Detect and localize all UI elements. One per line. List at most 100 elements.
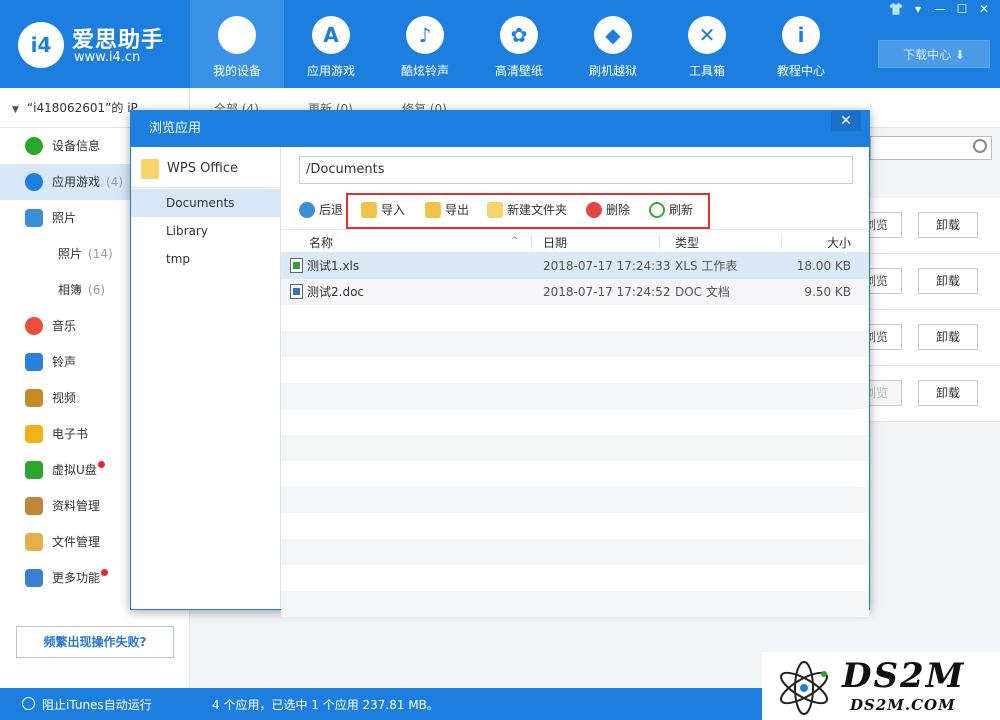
nav-item-2[interactable]: ♪ 酷炫铃声: [378, 0, 472, 88]
empty-row: [281, 539, 869, 565]
spreadsheet-file-icon: [290, 258, 303, 273]
empty-row: [281, 305, 869, 331]
skin-icon[interactable]: 👕: [888, 2, 904, 16]
column-type[interactable]: 类型: [675, 234, 699, 251]
file-browser: /Documents 后退 导入 导出 新建文件夹 删除 刷新 名称 ^ 日期 …: [281, 147, 869, 617]
back-arrow-icon: [299, 202, 315, 218]
sidebar-item-label: 更多功能: [52, 571, 101, 585]
grid-icon: [25, 569, 43, 587]
uninstall-button[interactable]: 卸载: [918, 268, 978, 294]
watermark: DS2M DS2M.COM: [762, 652, 1000, 720]
file-name: 测试1.xls: [307, 259, 360, 273]
nav-item-0[interactable]: 我的设备: [190, 0, 284, 88]
notification-dot: [101, 569, 109, 576]
folder-tree: WPS Office Documents Library tmp: [131, 147, 281, 609]
export-label: 导出: [445, 203, 470, 217]
file-toolbar: 后退 导入 导出 新建文件夹 删除 刷新: [281, 191, 869, 229]
nav-item-1[interactable]: A 应用游戏: [284, 0, 378, 88]
nav-label: 酷炫铃声: [400, 64, 449, 78]
folder-item[interactable]: tmp: [131, 245, 280, 273]
bell-icon: ♪: [406, 16, 444, 54]
minimize-icon[interactable]: —: [932, 2, 948, 16]
nav-label: 刷机越狱: [588, 64, 637, 78]
column-size[interactable]: 大小: [827, 234, 851, 251]
info-icon: i: [782, 16, 820, 54]
menu-icon[interactable]: ▾: [910, 2, 926, 16]
import-button[interactable]: 导入: [361, 199, 405, 221]
sidebar-item-count: (14): [88, 247, 113, 261]
app-logo: i4 爱思助手 www.i4.cn: [18, 18, 178, 70]
export-button[interactable]: 导出: [425, 199, 469, 221]
uninstall-button[interactable]: 卸载: [918, 380, 978, 406]
sidebar-item-label: 铃声: [52, 355, 77, 369]
search-input[interactable]: [870, 136, 992, 160]
file-type: XLS 工作表: [675, 259, 738, 273]
book-icon: [25, 425, 43, 443]
delete-label: 删除: [606, 203, 631, 217]
divider: [781, 234, 782, 249]
folder-item[interactable]: Documents: [131, 189, 280, 217]
nav-label: 教程中心: [776, 64, 825, 78]
file-type: DOC 文档: [675, 285, 730, 299]
document-file-icon: [290, 284, 303, 299]
empty-row: [281, 513, 869, 539]
path-field[interactable]: /Documents: [299, 156, 853, 184]
nav-item-6[interactable]: i 教程中心: [754, 0, 848, 88]
notification-dot: [97, 461, 105, 468]
sidebar-item-label: 设备信息: [52, 139, 101, 153]
close-icon[interactable]: ✕: [976, 2, 992, 16]
column-date[interactable]: 日期: [543, 234, 567, 251]
back-button[interactable]: 后退: [299, 199, 343, 221]
sidebar-item-label: 音乐: [52, 319, 77, 333]
nav-item-4[interactable]: ◆ 刷机越狱: [566, 0, 660, 88]
itunes-block-radio[interactable]: [22, 697, 35, 710]
refresh-button[interactable]: 刷新: [649, 199, 693, 221]
file-icon: [25, 533, 43, 551]
sidebar-item-count: (4): [106, 175, 124, 189]
file-row[interactable]: 测试1.xls 2018-07-17 17:24:33 XLS 工作表 18.00 K…: [281, 253, 869, 279]
maximize-icon[interactable]: ☐: [954, 2, 970, 16]
import-label: 导入: [381, 203, 406, 217]
apple-icon: [218, 16, 256, 54]
sidebar-item-label: 视频: [52, 391, 77, 405]
nav-label: 应用游戏: [306, 64, 355, 78]
film-icon: [25, 389, 43, 407]
nav-item-3[interactable]: ✿ 高清壁纸: [472, 0, 566, 88]
sidebar-item-label: 照片: [52, 211, 77, 225]
sidebar-item-count: (6): [88, 283, 106, 297]
nav-label: 工具箱: [688, 64, 725, 78]
download-center-button[interactable]: 下载中心 ⬇: [878, 40, 990, 68]
file-size: 18.00 KB: [796, 259, 851, 273]
usb-icon: [25, 461, 43, 479]
bell-icon: [25, 353, 43, 371]
browse-app-dialog: 浏览应用 ✕ WPS Office Documents Library tmp /D…: [130, 110, 870, 617]
device-name: “i418062601”的 iP: [26, 101, 138, 115]
divider: [531, 234, 532, 249]
dialog-title-bar: 浏览应用 ✕: [131, 111, 869, 147]
refresh-icon: [649, 202, 665, 218]
delete-button[interactable]: 删除: [586, 199, 630, 221]
close-icon[interactable]: ✕: [831, 111, 861, 131]
operation-failed-help-button[interactable]: 频繁出现操作失败?: [16, 626, 174, 658]
tools-icon: ✕: [688, 16, 726, 54]
column-name[interactable]: 名称: [309, 234, 333, 251]
empty-row: [281, 383, 869, 409]
file-list-header: 名称 ^ 日期 类型 大小: [281, 229, 869, 253]
info-icon: [25, 137, 43, 155]
flower-icon: ✿: [500, 16, 538, 54]
root-folder[interactable]: WPS Office: [141, 157, 238, 181]
refresh-label: 刷新: [669, 203, 694, 217]
uninstall-button[interactable]: 卸载: [918, 324, 978, 350]
file-name: 测试2.doc: [307, 285, 365, 299]
uninstall-button[interactable]: 卸载: [918, 212, 978, 238]
new-folder-button[interactable]: 新建文件夹: [487, 199, 567, 221]
empty-row: [281, 409, 869, 435]
new-folder-label: 新建文件夹: [507, 203, 568, 217]
watermark-title: DS2M: [842, 656, 966, 696]
nav-item-5[interactable]: ✕ 工具箱: [660, 0, 754, 88]
dropbox-icon: ◆: [594, 16, 632, 54]
sidebar-item-label: 应用游戏: [52, 175, 101, 189]
sort-up-icon: ^: [511, 236, 519, 246]
file-row[interactable]: 测试2.doc 2018-07-17 17:24:52 DOC 文档 9.50 KB: [281, 279, 869, 305]
folder-item[interactable]: Library: [131, 217, 280, 245]
